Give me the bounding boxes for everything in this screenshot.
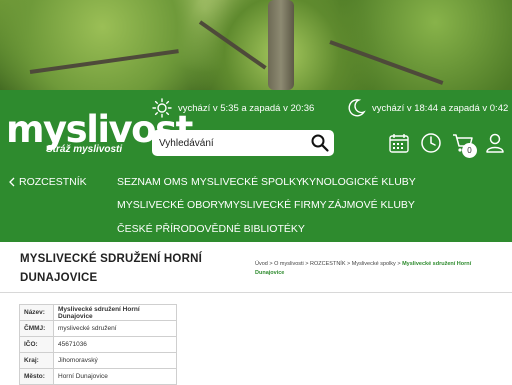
breadcrumb: Úvod > O myslivosti > ROZCESTNÍK > Mysli… bbox=[255, 261, 472, 276]
table-key: Název: bbox=[19, 304, 54, 321]
table-row: Název: Myslivecké sdružení Horní Dunajov… bbox=[19, 304, 177, 321]
breadcrumb-item[interactable]: Úvod bbox=[255, 261, 268, 267]
table-key: Kraj: bbox=[19, 352, 54, 369]
table-row: Město: Horní Dunajovice bbox=[19, 368, 177, 385]
search-icon[interactable] bbox=[310, 133, 330, 153]
chevron-left-icon bbox=[9, 177, 15, 187]
nav-item-zajmove-kluby[interactable]: ZÁJMOVÉ KLUBY bbox=[328, 199, 415, 211]
sun-icon bbox=[152, 98, 172, 118]
sunrise-info: vychází v 5:35 a zapadá v 20:36 bbox=[152, 98, 314, 118]
tree-branch bbox=[329, 40, 444, 85]
table-value: myslivecké sdružení bbox=[53, 320, 177, 337]
cart-count-badge: 0 bbox=[462, 143, 477, 158]
table-value: 45671036 bbox=[53, 336, 177, 353]
table-key: ČMMJ: bbox=[19, 320, 54, 337]
divider bbox=[0, 292, 512, 293]
breadcrumb-item[interactable]: O myslivosti bbox=[274, 261, 304, 267]
nav-item-myslivecke-spolky[interactable]: MYSLIVECKÉ SPOLKY bbox=[191, 176, 303, 188]
table-key: Město: bbox=[19, 368, 54, 385]
logo-subtitle: Stráž myslivosti bbox=[46, 144, 123, 155]
page-title: MYSLIVECKÉ SDRUŽENÍ HORNÍ DUNAJOVICE bbox=[20, 253, 202, 284]
nav-back-label: ROZCESTNÍK bbox=[19, 176, 87, 188]
table-value: Myslivecké sdružení Horní Dunajovice bbox=[53, 304, 177, 321]
table-row: ČMMJ: myslivecké sdružení bbox=[19, 320, 177, 337]
calendar-icon[interactable] bbox=[388, 132, 410, 154]
search-input[interactable] bbox=[152, 137, 302, 149]
table-row: IČO: 45671036 bbox=[19, 336, 177, 353]
search-box bbox=[152, 130, 334, 156]
table-value: Horní Dunajovice bbox=[53, 368, 177, 385]
user-icon[interactable] bbox=[484, 132, 506, 154]
info-table: Název: Myslivecké sdružení Horní Dunajov… bbox=[19, 304, 177, 385]
clock-icon[interactable] bbox=[420, 132, 442, 154]
breadcrumb-item[interactable]: Myslivecké spolky bbox=[352, 261, 396, 267]
sun-times: vychází v 5:35 a zapadá v 20:36 bbox=[178, 102, 315, 114]
tree-branch bbox=[198, 20, 267, 70]
tree-branch bbox=[29, 49, 179, 74]
table-key: IČO: bbox=[19, 336, 54, 353]
tree-trunk bbox=[268, 0, 294, 90]
nav-item-ceske-prirodovedne-biblioteky[interactable]: ČESKÉ PŘÍRODOVĚDNÉ BIBLIOTÉKY bbox=[117, 223, 305, 235]
nav-item-myslivecke-firmy[interactable]: MYSLIVECKÉ FIRMY bbox=[224, 199, 327, 211]
table-value: Jihomoravský bbox=[53, 352, 177, 369]
moonrise-info: vychází v 18:44 a zapadá v 0:42 bbox=[346, 98, 508, 118]
nav-back-rozcestnik[interactable]: ROZCESTNÍK bbox=[8, 176, 87, 188]
moon-times: vychází v 18:44 a zapadá v 0:42 bbox=[372, 102, 509, 114]
nav-item-myslivecke-obory[interactable]: MYSLIVECKÉ OBORY bbox=[117, 199, 225, 211]
nav-item-seznam-oms[interactable]: SEZNAM OMS bbox=[117, 176, 188, 188]
moon-icon bbox=[348, 99, 366, 117]
table-row: Kraj: Jihomoravský bbox=[19, 352, 177, 369]
hero-image bbox=[0, 0, 512, 90]
nav-item-kynologicke-kluby[interactable]: KYNOLOGICKÉ KLUBY bbox=[302, 176, 416, 188]
breadcrumb-item[interactable]: ROZCESTNÍK bbox=[310, 261, 345, 267]
